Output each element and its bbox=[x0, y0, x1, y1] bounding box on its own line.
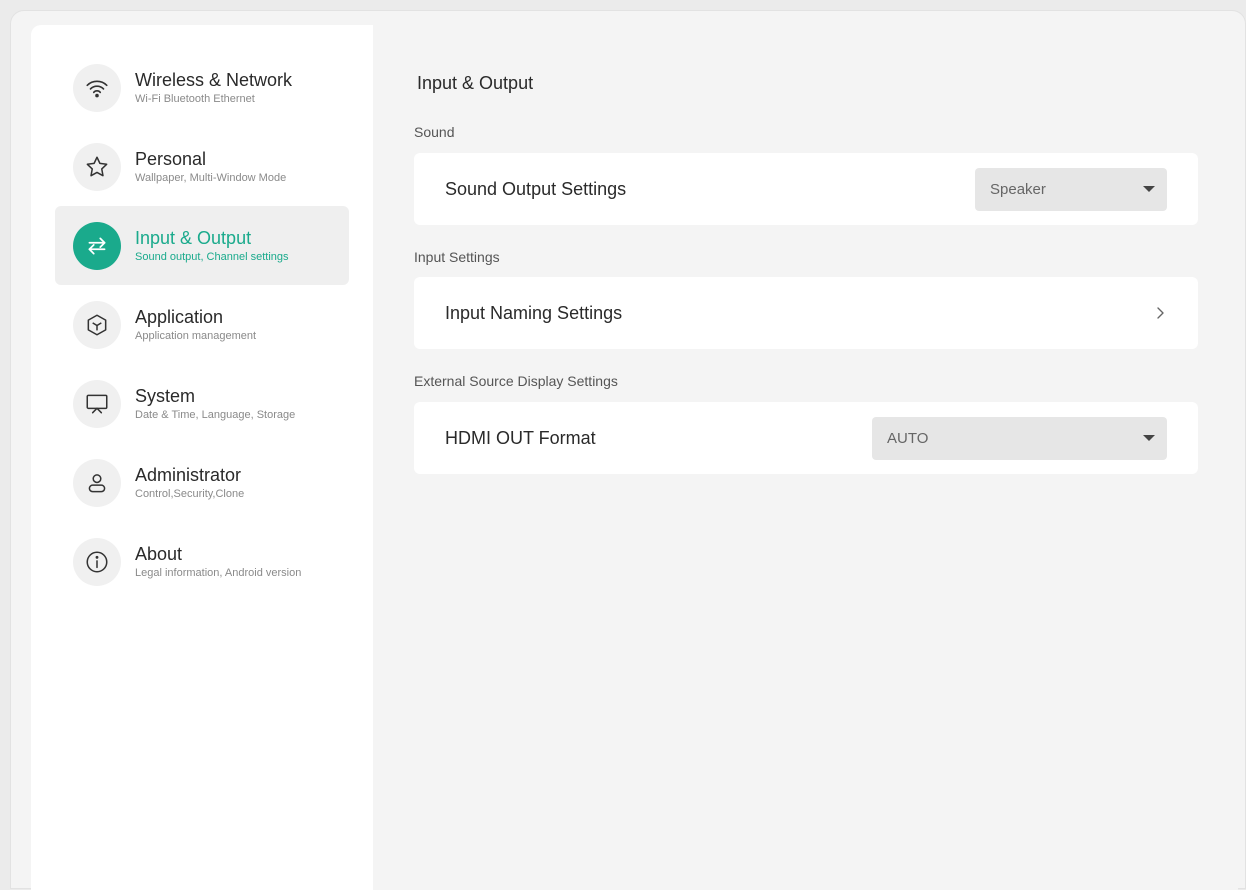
sidebar-item-subtitle: Legal information, Android version bbox=[135, 567, 302, 579]
settings-content: Wireless & Network Wi-Fi Bluetooth Ether… bbox=[31, 25, 1238, 890]
input-naming-settings-row[interactable]: Input Naming Settings bbox=[414, 277, 1198, 349]
sidebar-item-about[interactable]: About Legal information, Android version bbox=[55, 522, 349, 601]
chevron-right-icon bbox=[1153, 306, 1167, 320]
sidebar-item-title: Administrator bbox=[135, 465, 242, 485]
sound-output-settings-row: Sound Output Settings Speaker bbox=[414, 153, 1198, 225]
wifi-icon bbox=[73, 63, 121, 112]
star-icon bbox=[73, 142, 121, 191]
page-title: Input & Output bbox=[417, 73, 534, 93]
sidebar-item-title: System bbox=[135, 386, 196, 406]
sidebar-item-subtitle: Date & Time, Language, Storage bbox=[135, 409, 296, 421]
dropdown-caret-icon bbox=[1143, 435, 1155, 441]
input-naming-settings-label: Input Naming Settings bbox=[445, 302, 623, 323]
sidebar-item-system[interactable]: System Date & Time, Language, Storage bbox=[55, 364, 349, 443]
sound-output-select[interactable]: Speaker bbox=[975, 167, 1167, 211]
sidebar-item-subtitle: Wi-Fi Bluetooth Ethernet bbox=[135, 93, 255, 105]
sidebar: Wireless & Network Wi-Fi Bluetooth Ether… bbox=[31, 25, 373, 890]
sidebar-item-title: Wireless & Network bbox=[135, 70, 293, 90]
info-icon bbox=[73, 537, 121, 586]
sidebar-item-subtitle: Control,Security,Clone bbox=[135, 488, 245, 500]
sidebar-item-title: Application bbox=[135, 307, 224, 327]
dropdown-caret-icon bbox=[1143, 186, 1155, 192]
swap-arrows-icon bbox=[73, 221, 121, 270]
sidebar-item-subtitle: Application management bbox=[135, 330, 257, 342]
main-panel: Input & Output Sound Sound Output Settin… bbox=[373, 25, 1238, 890]
sound-output-select-value: Speaker bbox=[990, 180, 1046, 198]
hdmi-out-format-select[interactable]: AUTO bbox=[872, 416, 1167, 460]
sidebar-item-input-output[interactable]: Input & Output Sound output, Channel set… bbox=[55, 206, 349, 285]
hdmi-out-format-select-value: AUTO bbox=[887, 429, 929, 447]
sound-output-settings-label: Sound Output Settings bbox=[445, 178, 627, 199]
monitor-icon bbox=[73, 379, 121, 428]
section-label-input-settings: Input Settings bbox=[414, 249, 500, 265]
section-label-external-source: External Source Display Settings bbox=[414, 373, 618, 389]
user-icon bbox=[73, 458, 121, 507]
sidebar-item-subtitle: Sound output, Channel settings bbox=[135, 251, 289, 263]
hdmi-out-format-row: HDMI OUT Format AUTO bbox=[414, 402, 1198, 474]
hdmi-out-format-label: HDMI OUT Format bbox=[445, 427, 596, 448]
settings-window: Wireless & Network Wi-Fi Bluetooth Ether… bbox=[10, 10, 1246, 890]
sidebar-item-title: Input & Output bbox=[135, 228, 252, 248]
sidebar-item-title: About bbox=[135, 544, 183, 564]
sidebar-item-application[interactable]: Application Application management bbox=[55, 285, 349, 364]
sidebar-item-administrator[interactable]: Administrator Control,Security,Clone bbox=[55, 443, 349, 522]
sidebar-item-title: Personal bbox=[135, 149, 207, 169]
section-label-sound: Sound bbox=[414, 124, 455, 140]
sidebar-item-subtitle: Wallpaper, Multi-Window Mode bbox=[135, 172, 287, 184]
sidebar-item-wireless-network[interactable]: Wireless & Network Wi-Fi Bluetooth Ether… bbox=[55, 48, 349, 127]
cube-icon bbox=[73, 300, 121, 349]
sidebar-item-personal[interactable]: Personal Wallpaper, Multi-Window Mode bbox=[55, 127, 349, 206]
